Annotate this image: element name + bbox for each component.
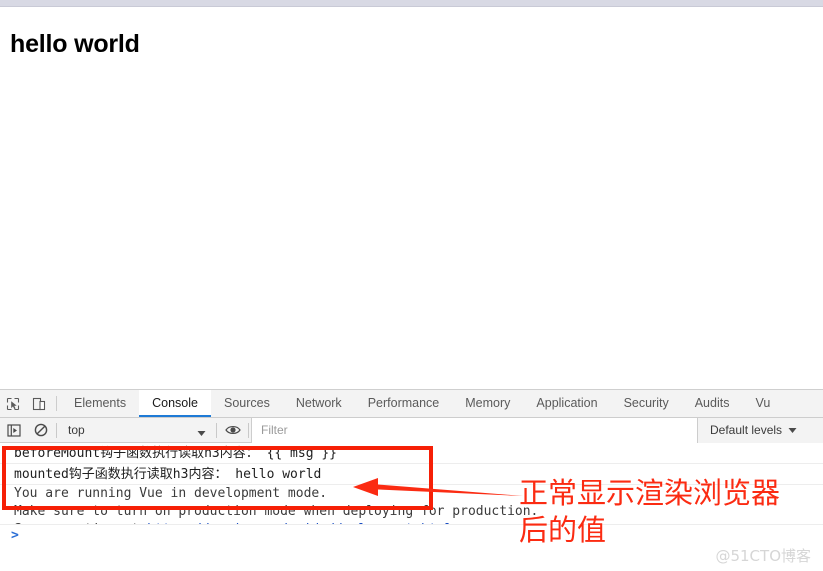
console-toolbar: top Filter Default levels xyxy=(0,417,823,443)
console-context-label: top xyxy=(68,423,85,437)
console-output: beforeMount钩子函数执行读取h3内容： {{ msg }} mount… xyxy=(0,443,823,546)
tab-memory[interactable]: Memory xyxy=(452,390,523,417)
inspect-element-icon[interactable] xyxy=(0,390,26,417)
devtools-tab-list: Elements Console Sources Network Perform… xyxy=(61,390,823,417)
live-expression-eye-icon[interactable] xyxy=(219,418,246,443)
tab-network[interactable]: Network xyxy=(283,390,355,417)
console-toolbar-divider-2 xyxy=(216,422,217,438)
console-context-selector[interactable]: top xyxy=(59,418,214,443)
tab-elements[interactable]: Elements xyxy=(61,390,139,417)
chevron-down-icon xyxy=(197,426,206,440)
tab-application[interactable]: Application xyxy=(523,390,610,417)
tab-console[interactable]: Console xyxy=(139,390,211,417)
console-log-levels-selector[interactable]: Default levels xyxy=(697,417,823,443)
tab-vue[interactable]: Vu xyxy=(742,390,783,417)
console-log-row: mounted钩子函数执行读取h3内容： hello world xyxy=(0,464,823,485)
devtools-tabbar: Elements Console Sources Network Perform… xyxy=(0,390,823,418)
page-heading: hello world xyxy=(10,30,140,58)
device-toolbar-icon[interactable] xyxy=(26,390,52,417)
console-sidebar-icon[interactable] xyxy=(0,418,27,443)
toolbar-divider xyxy=(56,396,57,411)
page-viewport: hello world xyxy=(0,8,823,389)
vue-warning-line-2: Make sure to turn on production mode whe… xyxy=(14,504,539,519)
browser-chrome-strip xyxy=(0,0,823,7)
tab-audits[interactable]: Audits xyxy=(682,390,743,417)
console-toolbar-divider xyxy=(56,422,57,438)
vue-warning-line-1: You are running Vue in development mode. xyxy=(14,486,328,501)
chevron-down-icon-levels xyxy=(788,423,797,437)
console-prompt-caret-icon: > xyxy=(11,528,19,543)
devtools-panel: Elements Console Sources Network Perform… xyxy=(0,389,823,571)
console-prompt-row[interactable]: > xyxy=(0,524,823,546)
tab-performance[interactable]: Performance xyxy=(355,390,453,417)
tab-sources[interactable]: Sources xyxy=(211,390,283,417)
tab-security[interactable]: Security xyxy=(611,390,682,417)
console-filter-input[interactable]: Filter xyxy=(251,417,697,443)
console-log-levels-label: Default levels xyxy=(710,423,783,437)
console-toolbar-divider-3 xyxy=(248,422,249,438)
clear-console-icon[interactable] xyxy=(27,418,54,443)
console-log-row: beforeMount钩子函数执行读取h3内容： {{ msg }} xyxy=(0,443,823,464)
